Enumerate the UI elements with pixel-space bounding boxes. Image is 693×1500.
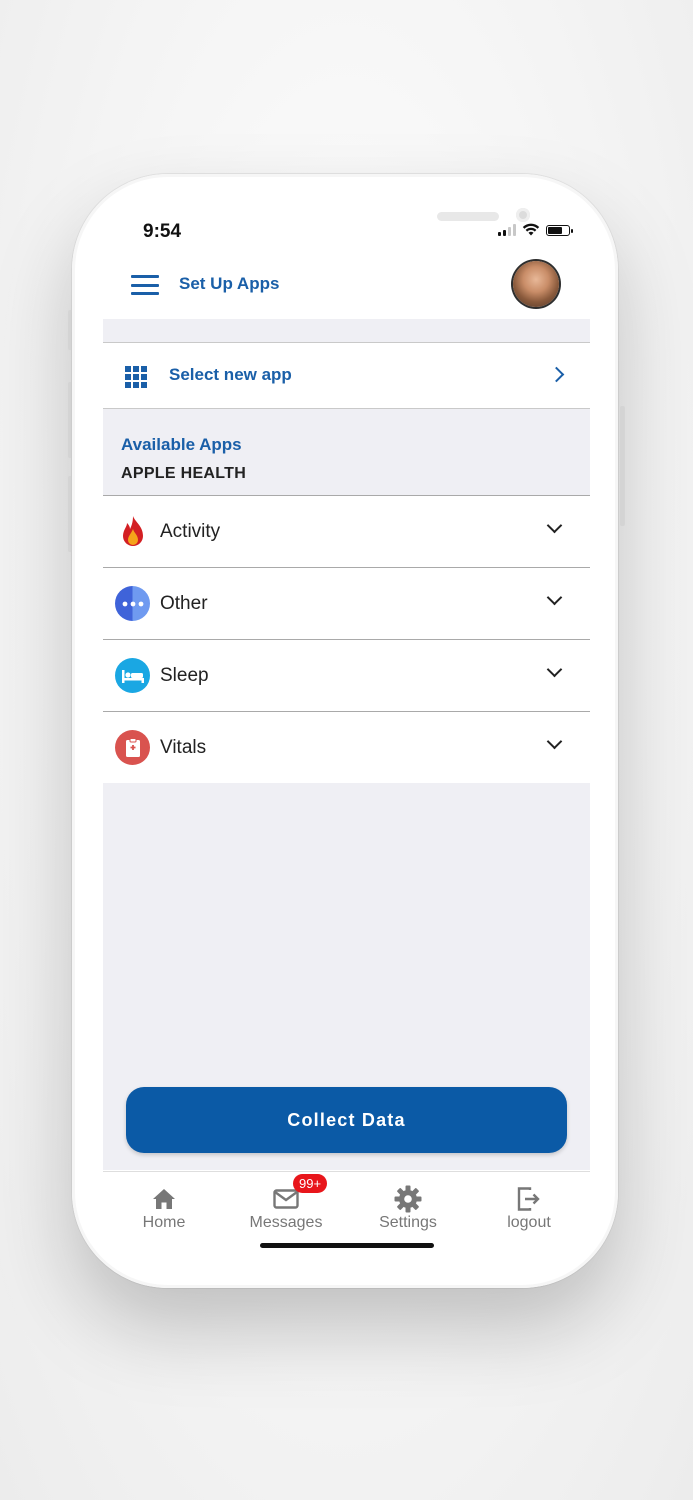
source-label: APPLE HEALTH <box>121 465 247 482</box>
bed-icon <box>115 658 150 693</box>
tab-settings[interactable]: Settings <box>348 1185 468 1232</box>
power-button <box>620 406 625 526</box>
category-row-sleep[interactable]: Sleep <box>103 640 590 712</box>
notch <box>225 203 530 239</box>
more-dots-icon <box>115 586 150 621</box>
chevron-right-icon <box>548 366 565 383</box>
collect-data-button[interactable]: Collect Data <box>126 1087 567 1153</box>
unread-badge: 99+ <box>293 1174 328 1193</box>
available-apps-section: Available Apps APPLE HEALTH <box>103 409 590 496</box>
category-label: Sleep <box>160 665 209 686</box>
front-camera <box>516 208 530 222</box>
home-icon <box>104 1186 224 1212</box>
chevron-down-icon <box>546 589 563 606</box>
select-new-app-row[interactable]: Select new app <box>103 343 590 409</box>
tab-logout[interactable]: logout <box>469 1186 589 1232</box>
category-label: Activity <box>160 521 221 542</box>
header-spacer <box>103 319 590 343</box>
category-row-activity[interactable]: Activity <box>103 496 590 568</box>
flame-icon <box>115 514 150 549</box>
status-time: 9:54 <box>143 221 182 242</box>
app-header: Set Up Apps <box>103 249 590 319</box>
category-label: Other <box>160 593 208 614</box>
category-list: Activity Other Sleep Vitals <box>103 496 590 784</box>
mail-icon <box>226 1186 346 1212</box>
tab-home[interactable]: Home <box>104 1186 224 1232</box>
speaker-grille <box>437 212 499 221</box>
chevron-down-icon <box>546 733 563 750</box>
grid-icon <box>125 366 147 388</box>
tab-label: Messages <box>249 1214 323 1231</box>
page-title: Set Up Apps <box>179 274 280 293</box>
user-avatar[interactable] <box>513 261 559 307</box>
category-label: Vitals <box>160 737 207 758</box>
tab-messages[interactable]: 99+ Messages <box>226 1174 346 1232</box>
home-indicator <box>260 1243 434 1248</box>
phone-screen: 9:54 Set Up Apps Select new app Availabl… <box>103 203 590 1256</box>
select-new-app-label: Select new app <box>169 365 292 384</box>
category-row-vitals[interactable]: Vitals <box>103 712 590 784</box>
clipboard-icon <box>115 730 150 765</box>
category-row-other[interactable]: Other <box>103 568 590 640</box>
available-apps-heading: Available Apps <box>121 435 242 454</box>
chevron-down-icon <box>546 517 563 534</box>
battery-icon <box>546 224 573 236</box>
gear-icon <box>348 1185 468 1213</box>
tab-label: logout <box>507 1214 551 1231</box>
tab-label: Home <box>142 1214 186 1231</box>
logout-icon <box>469 1186 589 1212</box>
tab-label: Settings <box>379 1214 437 1231</box>
wifi-icon <box>522 223 540 236</box>
chevron-down-icon <box>546 661 563 678</box>
hamburger-menu-icon[interactable] <box>131 275 159 295</box>
cellular-signal-icon <box>498 224 516 236</box>
status-icons <box>498 223 573 237</box>
